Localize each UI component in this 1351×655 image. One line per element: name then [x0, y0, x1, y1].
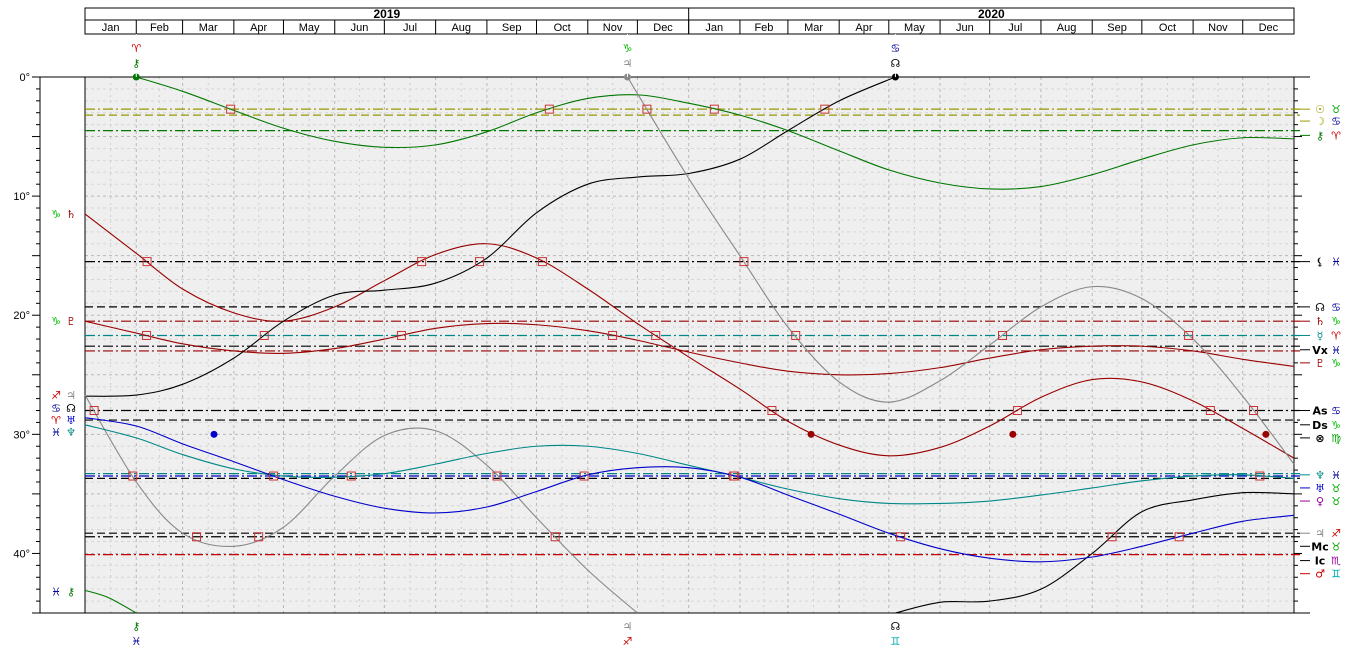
- month-label: Jan: [705, 22, 723, 34]
- month-label: Jan: [102, 22, 120, 34]
- right-label-sign: ♊: [1331, 568, 1341, 581]
- right-label-sign: ♋: [1331, 405, 1341, 418]
- year-label: 2019: [373, 7, 400, 21]
- right-label-planet: ☽: [1315, 115, 1325, 128]
- month-label: Nov: [1208, 22, 1228, 34]
- right-label-planet: ♃: [1315, 527, 1325, 540]
- right-label-sign: ♈: [1331, 129, 1341, 142]
- data-point: [1262, 430, 1270, 438]
- y-tick-label: 30°: [13, 429, 30, 441]
- right-label-planet: ⚷: [1316, 129, 1324, 142]
- right-label-planet: Ds: [1312, 419, 1328, 432]
- right-label-planet: ♇: [1315, 357, 1325, 370]
- year-label: 2020: [978, 7, 1005, 21]
- month-label: Apr: [250, 22, 267, 34]
- right-label-sign: ♓: [1331, 256, 1341, 269]
- month-label: Nov: [603, 22, 623, 34]
- top-marker-planet: ♃: [623, 57, 633, 70]
- y-tick-label: 40°: [13, 548, 30, 560]
- right-label-sign: ♓: [1331, 344, 1341, 357]
- left-label-planet: ♄: [66, 208, 76, 221]
- month-label: Jul: [403, 22, 417, 34]
- right-label-planet: ♅: [1315, 482, 1325, 495]
- right-label-planet: ♂: [1315, 568, 1325, 581]
- right-label-sign: ♑: [1331, 419, 1341, 432]
- right-label-planet: Ic: [1315, 555, 1326, 568]
- month-label: May: [299, 22, 320, 34]
- month-label: Dec: [1259, 22, 1279, 34]
- right-label-planet: Mc: [1311, 540, 1328, 553]
- top-marker-sign: ♈: [131, 42, 141, 55]
- right-label-sign: ♉: [1331, 482, 1341, 495]
- month-label: Oct: [554, 22, 571, 34]
- left-label-planet: ♃: [66, 389, 76, 402]
- bottom-marker-planet: ☊: [891, 620, 901, 633]
- month-label: Oct: [1159, 22, 1176, 34]
- month-label: Mar: [804, 22, 823, 34]
- month-label: Mar: [199, 22, 218, 34]
- top-marker-sign: ♑: [623, 42, 633, 55]
- month-label: Apr: [855, 22, 872, 34]
- month-label: Jun: [956, 22, 974, 34]
- right-label-planet: ☿: [1317, 329, 1324, 342]
- left-label-sign: ♑: [51, 208, 61, 221]
- right-label-sign: ♋: [1331, 301, 1341, 314]
- top-marker-sign: ♋: [890, 42, 900, 55]
- left-label-planet: ♇: [66, 315, 76, 328]
- bottom-marker-planet: ⚷: [132, 620, 140, 633]
- bottom-marker-planet: ♃: [623, 620, 633, 633]
- right-label-sign: ♐: [1331, 527, 1341, 540]
- right-label-sign: ♍: [1331, 432, 1341, 445]
- month-label: Aug: [451, 22, 471, 34]
- right-label-sign: ♈: [1331, 329, 1341, 342]
- top-marker-planet: ⚷: [132, 57, 140, 70]
- data-point: [1009, 430, 1017, 438]
- right-label-sign: ♑: [1331, 357, 1341, 370]
- right-label-sign: ♉: [1331, 540, 1341, 553]
- left-label-planet: ♆: [66, 426, 76, 439]
- right-label-sign: ♓: [1331, 469, 1341, 482]
- right-label-planet: Vx: [1312, 344, 1328, 357]
- data-point: [210, 430, 218, 438]
- bottom-marker-sign: ♐: [623, 635, 633, 648]
- month-label: Sep: [1107, 22, 1127, 34]
- right-label-sign: ♉: [1331, 495, 1341, 508]
- right-label-sign: ♏: [1331, 555, 1341, 568]
- bottom-marker-sign: ♓: [131, 635, 141, 648]
- y-tick-label: 20°: [13, 310, 30, 322]
- right-label-planet: ⊗: [1315, 432, 1324, 445]
- month-label: Dec: [653, 22, 673, 34]
- left-label-sign: ♐: [51, 389, 61, 402]
- ephemeris-chart: 2019 2020 Jan Feb Mar Apr May Jun Jul Aug Sep Oct No…: [13, 7, 1341, 648]
- right-label-planet: ⚸: [1316, 256, 1324, 269]
- right-label-sign: ♋: [1331, 115, 1341, 128]
- bottom-marker-sign: ♊: [890, 635, 900, 648]
- right-label-sign: ♑: [1331, 315, 1341, 328]
- data-point: [807, 430, 815, 438]
- month-label: Aug: [1057, 22, 1077, 34]
- top-marker-planet: ☊: [891, 57, 901, 70]
- left-label-planet: ⚷: [67, 586, 75, 599]
- right-label-planet: ♄: [1315, 315, 1325, 328]
- right-label-planet: ♆: [1315, 469, 1325, 482]
- y-tick-label: 0°: [19, 72, 30, 84]
- right-label-planet: ☊: [1315, 301, 1325, 314]
- right-label-planet: ♀: [1316, 495, 1324, 508]
- left-label-sign: ♑: [51, 315, 61, 328]
- month-label: Sep: [502, 22, 522, 34]
- month-label: Jun: [351, 22, 369, 34]
- month-label: Feb: [150, 22, 169, 34]
- right-label-planet: As: [1312, 405, 1328, 418]
- month-label: Jul: [1008, 22, 1022, 34]
- month-label: Feb: [754, 22, 773, 34]
- left-label-sign: ♓: [51, 586, 61, 599]
- left-label-sign: ♓: [51, 426, 61, 439]
- y-tick-label: 10°: [13, 191, 30, 203]
- month-label: May: [904, 22, 925, 34]
